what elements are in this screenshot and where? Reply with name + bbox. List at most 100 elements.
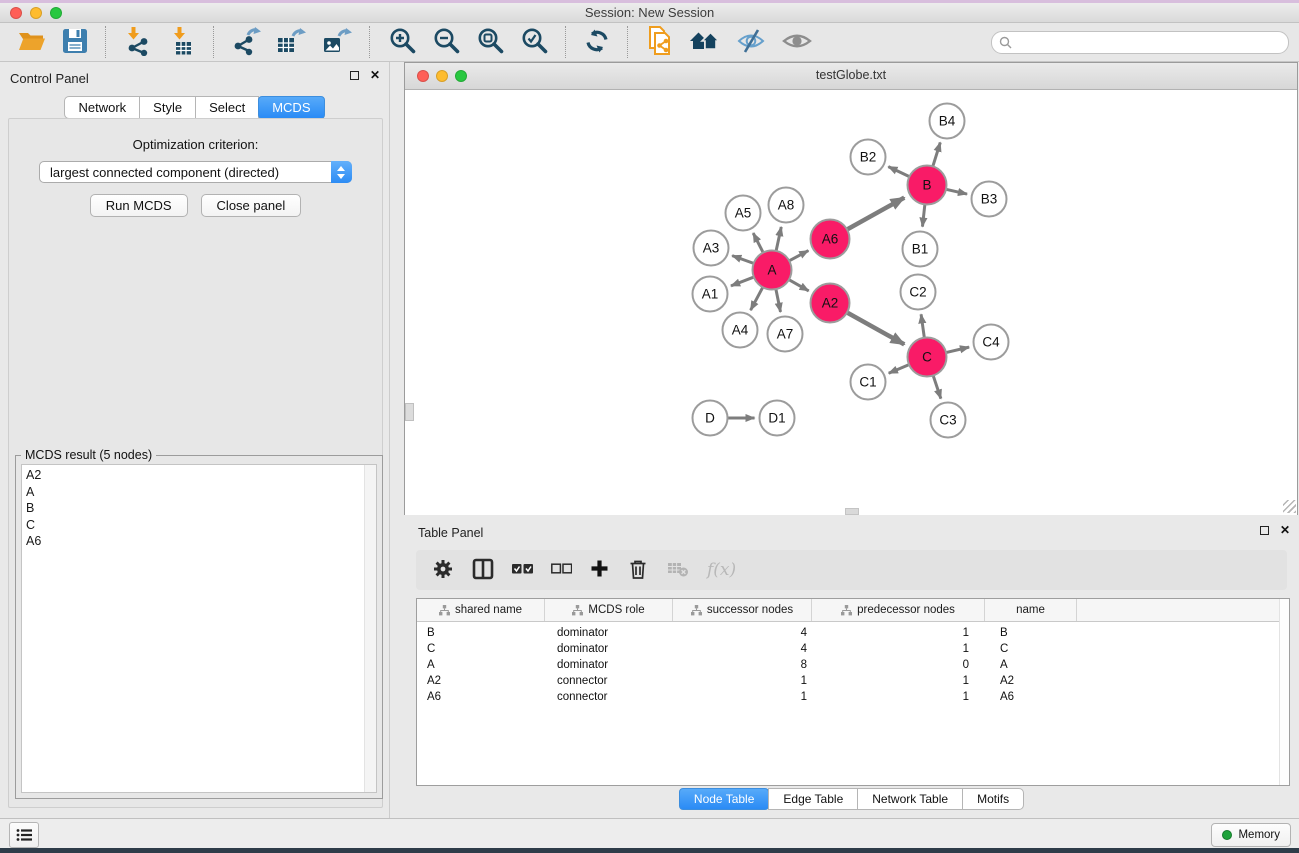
show-column-panel-button[interactable] [472,558,494,583]
zoom-out-button[interactable] [426,24,466,61]
table-settings-button[interactable] [432,558,454,583]
network-document-button[interactable] [640,23,680,62]
graph-node-A6[interactable]: A6 [811,220,850,259]
delete-table-button[interactable] [667,559,689,581]
graph-node-A5[interactable]: A5 [726,196,761,231]
graph-node-A3[interactable]: A3 [694,231,729,266]
memory-button[interactable]: Memory [1211,823,1291,847]
graph-edge-A-A1[interactable] [731,277,754,286]
save-session-button[interactable] [56,25,94,60]
refresh-view-button[interactable] [578,25,616,60]
graph-edge-B-B1[interactable] [922,204,924,226]
graph-node-B2[interactable]: B2 [851,140,886,175]
import-network-button[interactable] [118,24,158,61]
graph-node-B1[interactable]: B1 [903,232,938,267]
column-header-shared-name[interactable]: shared name [417,599,545,621]
create-column-button[interactable] [590,559,609,581]
tab-mcds[interactable]: MCDS [258,96,324,119]
table-row[interactable]: Bdominator41B [417,625,1289,641]
task-history-button[interactable] [9,822,39,848]
graph-edge-A-A6[interactable] [789,251,808,261]
graph-node-A8[interactable]: A8 [769,188,804,223]
tab-network-table[interactable]: Network Table [857,788,963,810]
horizontal-splitter-handle[interactable] [845,508,859,515]
graph-edge-A-A4[interactable] [751,287,763,310]
table-scrollbar-track[interactable] [1279,599,1289,785]
mcds-result-item[interactable]: C [22,517,376,534]
graph-edge-C-C4[interactable] [946,347,969,352]
graph-node-A[interactable]: A [753,251,792,290]
unselect-all-columns-button[interactable] [551,563,572,578]
home-view-button[interactable] [684,25,726,60]
graph-node-B[interactable]: B [908,166,947,205]
column-header-mcds-role[interactable]: MCDS role [545,599,673,621]
hide-graphics-button[interactable] [730,24,772,61]
graph-node-C1[interactable]: C1 [851,365,886,400]
graph-edge-A2-C[interactable] [847,312,904,344]
criterion-select[interactable]: largest connected component (directed) [39,161,352,183]
graph-edge-C-C3[interactable] [933,375,941,398]
network-canvas[interactable]: B4B2BB3A5A8A6B1A3AC2A1A2A4A7C4CC1C3DD1 [405,90,1297,515]
table-row[interactable]: Cdominator41C [417,641,1289,657]
zoom-in-button[interactable] [382,24,422,61]
tab-select[interactable]: Select [195,96,259,119]
graph-node-B4[interactable]: B4 [930,104,965,139]
graph-edge-A-A8[interactable] [776,227,781,251]
close-panel-icon[interactable]: ✕ [370,71,380,80]
run-mcds-button[interactable]: Run MCDS [90,194,188,217]
window-resize-grip[interactable] [1283,500,1296,513]
graph-edge-A-A7[interactable] [776,289,781,312]
mcds-result-item[interactable]: A [22,484,376,501]
graph-edge-C-C2[interactable] [921,314,924,337]
zoom-fit-button[interactable] [470,24,510,61]
export-image-button[interactable] [316,24,358,61]
graph-edge-A-A5[interactable] [753,233,763,253]
tab-motifs[interactable]: Motifs [962,788,1024,810]
tab-network[interactable]: Network [64,96,140,119]
graph-node-A2[interactable]: A2 [811,284,850,323]
graph-edge-A-A3[interactable] [732,256,753,264]
column-header-successor-nodes[interactable]: successor nodes [673,599,812,621]
graph-node-C[interactable]: C [908,338,947,377]
graph-edge-A6-B[interactable] [847,198,904,230]
column-header-predecessor-nodes[interactable]: predecessor nodes [812,599,985,621]
mcds-result-item[interactable]: B [22,500,376,517]
table-row[interactable]: A2connector11A2 [417,673,1289,689]
mcds-result-item[interactable]: A2 [22,465,376,484]
graph-node-D[interactable]: D [693,401,728,436]
graph-edge-B-B2[interactable] [888,167,909,177]
open-session-button[interactable] [12,25,52,60]
scrollbar-track[interactable] [364,465,376,792]
tab-node-table[interactable]: Node Table [679,788,770,810]
import-table-button[interactable] [162,24,202,61]
table-row[interactable]: A6connector11A6 [417,689,1289,705]
search-input[interactable] [1016,33,1282,52]
graph-node-D1[interactable]: D1 [760,401,795,436]
graph-edge-B-B3[interactable] [946,189,967,194]
graph-node-A7[interactable]: A7 [768,317,803,352]
graph-node-C3[interactable]: C3 [931,403,966,438]
float-table-panel-icon[interactable] [1260,526,1269,535]
graph-node-A4[interactable]: A4 [723,313,758,348]
export-table-button[interactable] [270,24,312,61]
graph-node-A1[interactable]: A1 [693,277,728,312]
graph-node-B3[interactable]: B3 [972,182,1007,217]
function-builder-label[interactable]: f(x) [707,560,736,580]
mcds-result-item[interactable]: A6 [22,533,376,550]
show-graphics-button[interactable] [776,24,818,61]
graph-edge-C-C1[interactable] [889,365,909,374]
table-row[interactable]: Adominator80A [417,657,1289,673]
close-panel-button[interactable]: Close panel [201,194,302,217]
float-panel-icon[interactable] [350,71,359,80]
zoom-selected-button[interactable] [514,24,554,61]
tab-edge-table[interactable]: Edge Table [768,788,858,810]
graph-edge-B-B4[interactable] [933,142,940,166]
vertical-splitter-handle[interactable] [405,403,414,421]
tab-style[interactable]: Style [139,96,196,119]
delete-column-button[interactable] [627,558,649,583]
export-network-button[interactable] [226,24,266,61]
close-table-panel-icon[interactable]: ✕ [1280,526,1290,535]
graph-edge-A-A2[interactable] [789,280,809,291]
graph-node-C2[interactable]: C2 [901,275,936,310]
select-all-columns-button[interactable] [512,563,533,578]
